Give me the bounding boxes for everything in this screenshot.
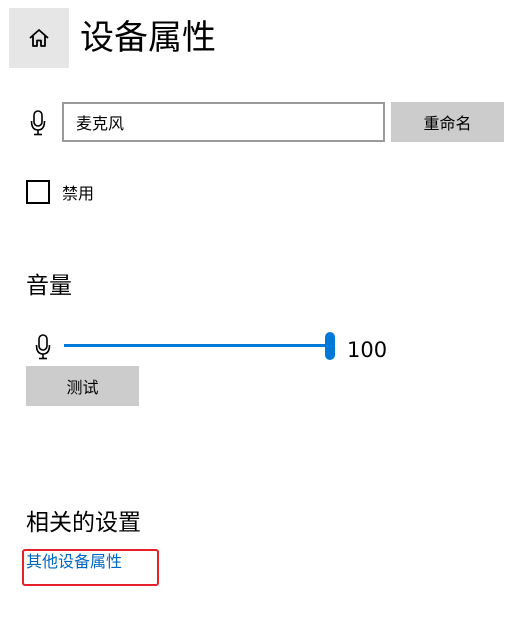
microphone-icon (31, 332, 55, 362)
disable-checkbox[interactable] (26, 180, 50, 204)
volume-slider-thumb[interactable] (325, 332, 335, 360)
page-title: 设备属性 (80, 18, 216, 58)
test-button[interactable]: 测试 (26, 366, 139, 406)
other-device-properties-link[interactable]: 其他设备属性 (26, 550, 122, 574)
device-name-input[interactable] (62, 102, 385, 142)
volume-heading: 音量 (26, 273, 72, 299)
volume-slider-fill (64, 344, 330, 347)
home-icon (29, 29, 49, 47)
related-settings-heading: 相关的设置 (26, 510, 141, 536)
volume-slider[interactable] (64, 332, 335, 360)
volume-value: 100 (347, 338, 388, 362)
disable-checkbox-row[interactable]: 禁用 (26, 179, 94, 205)
disable-label: 禁用 (62, 184, 95, 203)
microphone-icon (26, 108, 50, 138)
rename-button[interactable]: 重命名 (391, 102, 504, 142)
home-button[interactable] (9, 8, 69, 68)
